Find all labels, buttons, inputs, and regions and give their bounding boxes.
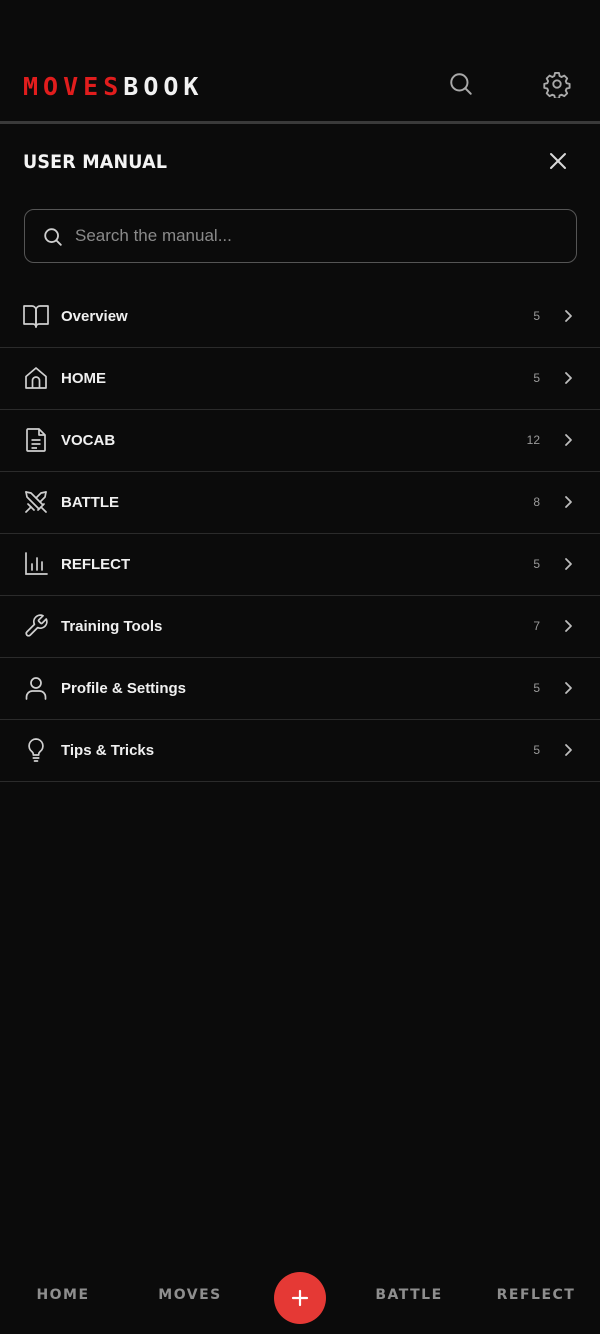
manual-search-box[interactable] xyxy=(24,209,577,263)
bar-chart-icon xyxy=(22,550,50,578)
chevron-right-icon xyxy=(565,372,572,384)
app-root: MOVESBOOK USER MANUAL Search the manual.… xyxy=(0,0,600,1334)
nav-moves[interactable]: MOVES xyxy=(158,1282,221,1308)
app-logo[interactable]: MOVESBOOK xyxy=(23,72,203,102)
document-icon xyxy=(22,426,50,454)
section-battle[interactable]: BATTLE 8 xyxy=(0,472,600,534)
chevron-right-icon xyxy=(565,744,572,756)
chevron-right-icon xyxy=(565,558,572,570)
section-overview[interactable]: Overview 5 xyxy=(0,286,600,348)
section-label: VOCAB xyxy=(61,432,116,449)
chevron-right-icon xyxy=(565,496,572,508)
section-count: 7 xyxy=(533,619,540,633)
section-count: 5 xyxy=(533,557,540,571)
manual-section-list: Overview 5 HOME 5 VOCAB 12 BATTLE 8 REFL… xyxy=(0,286,600,782)
header-search-button[interactable] xyxy=(443,66,479,102)
plus-icon xyxy=(291,1289,309,1307)
section-label: Profile & Settings xyxy=(61,680,187,697)
section-count: 5 xyxy=(533,681,540,695)
section-count: 5 xyxy=(533,371,540,385)
section-count: 8 xyxy=(533,495,540,509)
chevron-right-icon xyxy=(565,620,572,632)
gear-icon xyxy=(543,71,571,98)
nav-home[interactable]: HOME xyxy=(36,1282,89,1308)
nav-reflect[interactable]: REFLECT xyxy=(497,1282,576,1308)
close-button[interactable] xyxy=(542,145,574,177)
add-button[interactable] xyxy=(274,1272,326,1324)
section-training-tools[interactable]: Training Tools 7 xyxy=(0,596,600,658)
manual-title: USER MANUAL xyxy=(23,151,168,173)
section-label: REFLECT xyxy=(61,556,131,573)
section-tips-tricks[interactable]: Tips & Tricks 5 xyxy=(0,720,600,782)
section-count: 5 xyxy=(533,309,540,323)
section-profile-settings[interactable]: Profile & Settings 5 xyxy=(0,658,600,720)
search-icon xyxy=(44,228,62,246)
chevron-right-icon xyxy=(565,434,572,446)
section-label: Tips & Tricks xyxy=(61,742,155,759)
section-count: 5 xyxy=(533,743,540,757)
home-icon xyxy=(22,364,50,392)
lightbulb-icon xyxy=(22,736,50,764)
section-vocab[interactable]: VOCAB 12 xyxy=(0,410,600,472)
nav-battle[interactable]: BATTLE xyxy=(375,1282,442,1308)
chevron-right-icon xyxy=(565,310,572,322)
chevron-right-icon xyxy=(565,682,572,694)
section-label: Training Tools xyxy=(61,618,163,635)
book-open-icon xyxy=(22,302,50,330)
top-bar: MOVESBOOK xyxy=(0,0,600,124)
section-count: 12 xyxy=(526,433,540,447)
search-icon xyxy=(450,73,472,95)
manual-search-input[interactable] xyxy=(75,210,570,261)
section-label: BATTLE xyxy=(61,494,120,511)
section-reflect[interactable]: REFLECT 5 xyxy=(0,534,600,596)
user-icon xyxy=(22,674,50,702)
bottom-nav: HOME MOVES BATTLE REFLECT xyxy=(0,1262,600,1334)
section-label: Overview xyxy=(61,308,128,325)
crossed-swords-icon xyxy=(22,488,50,516)
section-label: HOME xyxy=(61,370,106,387)
header-settings-button[interactable] xyxy=(539,66,575,102)
close-icon xyxy=(550,153,566,169)
logo-moves: MOVES xyxy=(23,72,124,101)
logo-book: BOOK xyxy=(123,72,204,101)
section-home[interactable]: HOME 5 xyxy=(0,348,600,410)
wrench-icon xyxy=(22,612,50,640)
